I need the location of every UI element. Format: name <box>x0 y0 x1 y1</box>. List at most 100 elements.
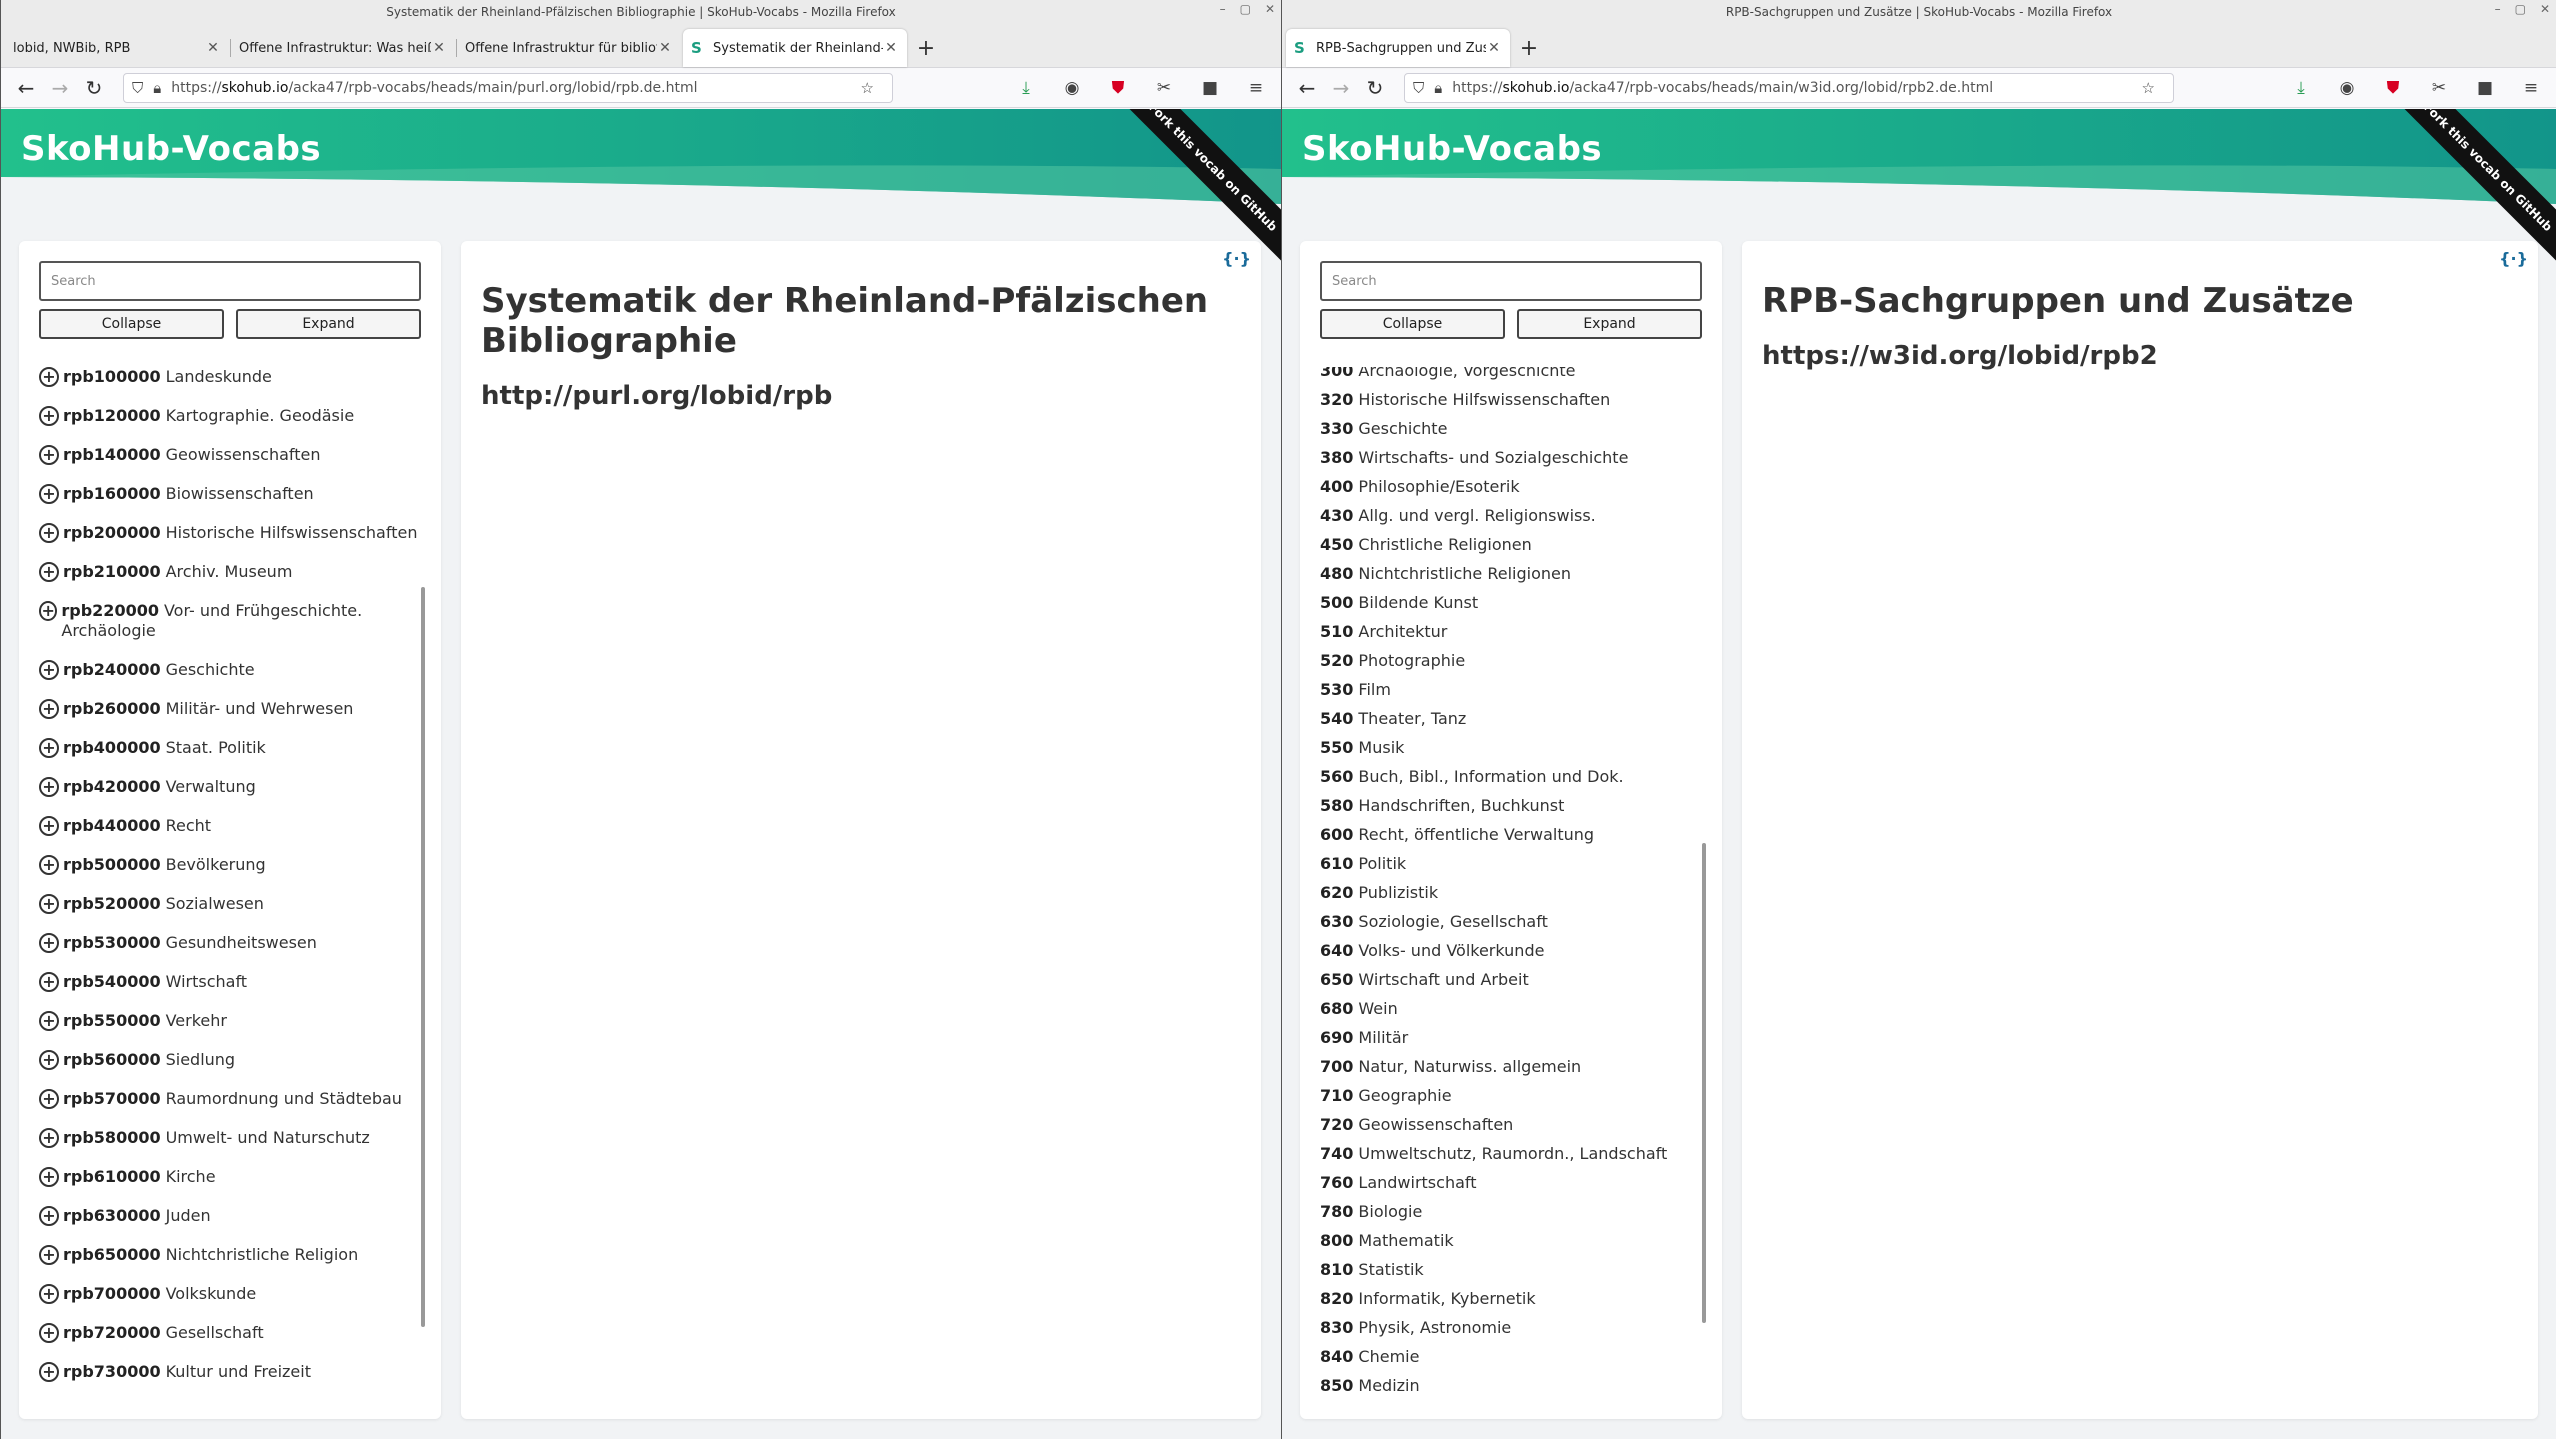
expand-plus-icon[interactable]: + <box>39 1089 59 1109</box>
extension-icon[interactable]: ◉ <box>2330 78 2364 98</box>
extension-box-icon[interactable]: ■ <box>1193 78 1227 98</box>
expand-plus-icon[interactable]: + <box>39 972 59 992</box>
tree-item[interactable]: + rpb260000 Militär- und Wehrwesen <box>39 699 421 719</box>
new-tab-button[interactable]: + <box>909 29 943 67</box>
url-bar[interactable]: ⛉ 🔒︎ https://skohub.io/acka47/rpb-vocabs… <box>123 72 893 103</box>
tree-item-text[interactable]: rpb240000 Geschichte <box>63 660 255 680</box>
forward-button[interactable]: → <box>1324 71 1358 105</box>
expand-plus-icon[interactable]: + <box>39 1167 59 1187</box>
tree-item[interactable]: + rpb100000 Landeskunde <box>39 367 421 387</box>
lock-icon[interactable]: 🔒︎ <box>1434 79 1442 97</box>
extension-box-icon[interactable]: ■ <box>2468 78 2502 98</box>
list-item[interactable]: 330 Geschichte <box>1320 419 1702 438</box>
tree-item-text[interactable]: rpb700000 Volkskunde <box>63 1284 256 1304</box>
tree-item[interactable]: + rpb120000 Kartographie. Geodäsie <box>39 406 421 426</box>
list-item[interactable]: 510 Architektur <box>1320 622 1702 641</box>
list-item[interactable]: 430 Allg. und vergl. Religionswiss. <box>1320 506 1702 525</box>
list-item[interactable]: 820 Informatik, Kybernetik <box>1320 1289 1702 1308</box>
tree-item[interactable]: + rpb630000 Juden <box>39 1206 421 1226</box>
list-item[interactable]: 540 Theater, Tanz <box>1320 709 1702 728</box>
url-text[interactable]: https://skohub.io/acka47/rpb-vocabs/head… <box>1452 80 2141 96</box>
tree-item[interactable]: + rpb570000 Raumordnung und Städtebau <box>39 1089 421 1109</box>
list-item[interactable]: 480 Nichtchristliche Religionen <box>1320 564 1702 583</box>
expand-plus-icon[interactable]: + <box>39 816 59 836</box>
tree-item[interactable]: + rpb730000 Kultur und Freizeit <box>39 1362 421 1382</box>
tab-close-icon[interactable]: ✕ <box>883 40 899 56</box>
tree-item[interactable]: + rpb580000 Umwelt- und Naturschutz <box>39 1128 421 1148</box>
expand-button[interactable]: Expand <box>1517 309 1702 339</box>
expand-plus-icon[interactable]: + <box>39 445 59 465</box>
list-item[interactable]: 690 Militär <box>1320 1028 1702 1047</box>
bookmark-star-icon[interactable]: ☆ <box>861 79 874 97</box>
tab-close-icon[interactable]: ✕ <box>657 40 673 56</box>
list-item[interactable]: 500 Bildende Kunst <box>1320 593 1702 612</box>
json-ld-icon[interactable]: {·} <box>2499 249 2528 268</box>
list-item[interactable]: 740 Umweltschutz, Raumordn., Landschaft <box>1320 1144 1702 1163</box>
expand-plus-icon[interactable]: + <box>39 738 59 758</box>
expand-plus-icon[interactable]: + <box>39 933 59 953</box>
reload-button[interactable]: ↻ <box>1358 71 1392 105</box>
expand-plus-icon[interactable]: + <box>39 1206 59 1226</box>
list-item[interactable]: 640 Volks- und Völkerkunde <box>1320 941 1702 960</box>
collapse-button[interactable]: Collapse <box>39 309 224 339</box>
tree-item[interactable]: + rpb240000 Geschichte <box>39 660 421 680</box>
site-brand[interactable]: SkoHub-Vocabs <box>21 129 321 169</box>
list-item[interactable]: 380 Wirtschafts- und Sozialgeschichte <box>1320 448 1702 467</box>
lock-icon[interactable]: 🔒︎ <box>153 79 161 97</box>
tab-close-icon[interactable]: ✕ <box>431 40 447 56</box>
list-item[interactable]: 550 Musik <box>1320 738 1702 757</box>
list-item[interactable]: 650 Wirtschaft und Arbeit <box>1320 970 1702 989</box>
tree-item-text[interactable]: rpb140000 Geowissenschaften <box>63 445 321 465</box>
tree-item-text[interactable]: rpb570000 Raumordnung und Städtebau <box>63 1089 402 1109</box>
menu-icon[interactable]: ≡ <box>2514 78 2548 98</box>
tree-item-text[interactable]: rpb630000 Juden <box>63 1206 211 1226</box>
list-item[interactable]: 630 Soziologie, Gesellschaft <box>1320 912 1702 931</box>
json-ld-icon[interactable]: {·} <box>1222 249 1251 268</box>
scrollbar[interactable] <box>1702 367 1708 1407</box>
list-item[interactable]: 680 Wein <box>1320 999 1702 1018</box>
tree-item-text[interactable]: rpb440000 Recht <box>63 816 211 836</box>
bookmark-star-icon[interactable]: ☆ <box>2142 79 2155 97</box>
list-item[interactable]: 320 Historische Hilfswissenschaften <box>1320 390 1702 409</box>
tree-item[interactable]: + rpb520000 Sozialwesen <box>39 894 421 914</box>
tree-item-text[interactable]: rpb200000 Historische Hilfswissenschaften <box>63 523 417 543</box>
expand-button[interactable]: Expand <box>236 309 421 339</box>
tree-item-text[interactable]: rpb220000 Vor- und Frühgeschichte. Archäo… <box>61 601 421 641</box>
tree-item[interactable]: + rpb440000 Recht <box>39 816 421 836</box>
vocab-uri[interactable]: https://w3id.org/lobid/rpb2 <box>1762 341 2518 371</box>
tracking-shield-icon[interactable]: ⛉ <box>132 79 143 97</box>
tree-item[interactable]: + rpb160000 Biowissenschaften <box>39 484 421 504</box>
tree-item-text[interactable]: rpb560000 Siedlung <box>63 1050 235 1070</box>
extension-tool-icon[interactable]: ✂ <box>2422 78 2456 98</box>
scrollbar-thumb[interactable] <box>1702 843 1706 1323</box>
site-brand[interactable]: SkoHub-Vocabs <box>1302 129 1602 169</box>
tree-item-text[interactable]: rpb730000 Kultur und Freizeit <box>63 1362 311 1382</box>
tree-item[interactable]: + rpb650000 Nichtchristliche Religion <box>39 1245 421 1265</box>
tab-systematik-active[interactable]: S Systematik der Rheinland-P ✕ <box>683 29 907 67</box>
tree-item[interactable]: + rpb560000 Siedlung <box>39 1050 421 1070</box>
expand-plus-icon[interactable]: + <box>39 1323 59 1343</box>
minimize-icon[interactable]: – <box>2495 2 2501 16</box>
expand-plus-icon[interactable]: + <box>39 406 59 426</box>
expand-plus-icon[interactable]: + <box>39 1362 59 1382</box>
tree-item[interactable]: + rpb700000 Volkskunde <box>39 1284 421 1304</box>
tree-item-text[interactable]: rpb260000 Militär- und Wehrwesen <box>63 699 353 719</box>
scrollbar-thumb[interactable] <box>421 587 425 1327</box>
tree-item-text[interactable]: rpb540000 Wirtschaft <box>63 972 247 992</box>
expand-plus-icon[interactable]: + <box>39 601 58 621</box>
list-item[interactable]: 720 Geowissenschaften <box>1320 1115 1702 1134</box>
tree-item-text[interactable]: rpb530000 Gesundheitswesen <box>63 933 317 953</box>
download-icon[interactable]: ⤓ <box>2284 78 2318 98</box>
tree-item[interactable]: + rpb530000 Gesundheitswesen <box>39 933 421 953</box>
expand-plus-icon[interactable]: + <box>39 855 59 875</box>
vocab-uri[interactable]: http://purl.org/lobid/rpb <box>481 381 1241 411</box>
list-item[interactable]: 560 Buch, Bibl., Information und Dok. <box>1320 767 1702 786</box>
tracking-shield-icon[interactable]: ⛉ <box>1413 79 1424 97</box>
tree-item[interactable]: + rpb140000 Geowissenschaften <box>39 445 421 465</box>
reload-button[interactable]: ↻ <box>77 71 111 105</box>
list-item[interactable]: 400 Philosophie/Esoterik <box>1320 477 1702 496</box>
tree-item[interactable]: + rpb200000 Historische Hilfswissenschafte… <box>39 523 421 543</box>
expand-plus-icon[interactable]: + <box>39 894 59 914</box>
ublock-icon[interactable]: ⛊ <box>1101 78 1135 98</box>
tree-item[interactable]: + rpb540000 Wirtschaft <box>39 972 421 992</box>
